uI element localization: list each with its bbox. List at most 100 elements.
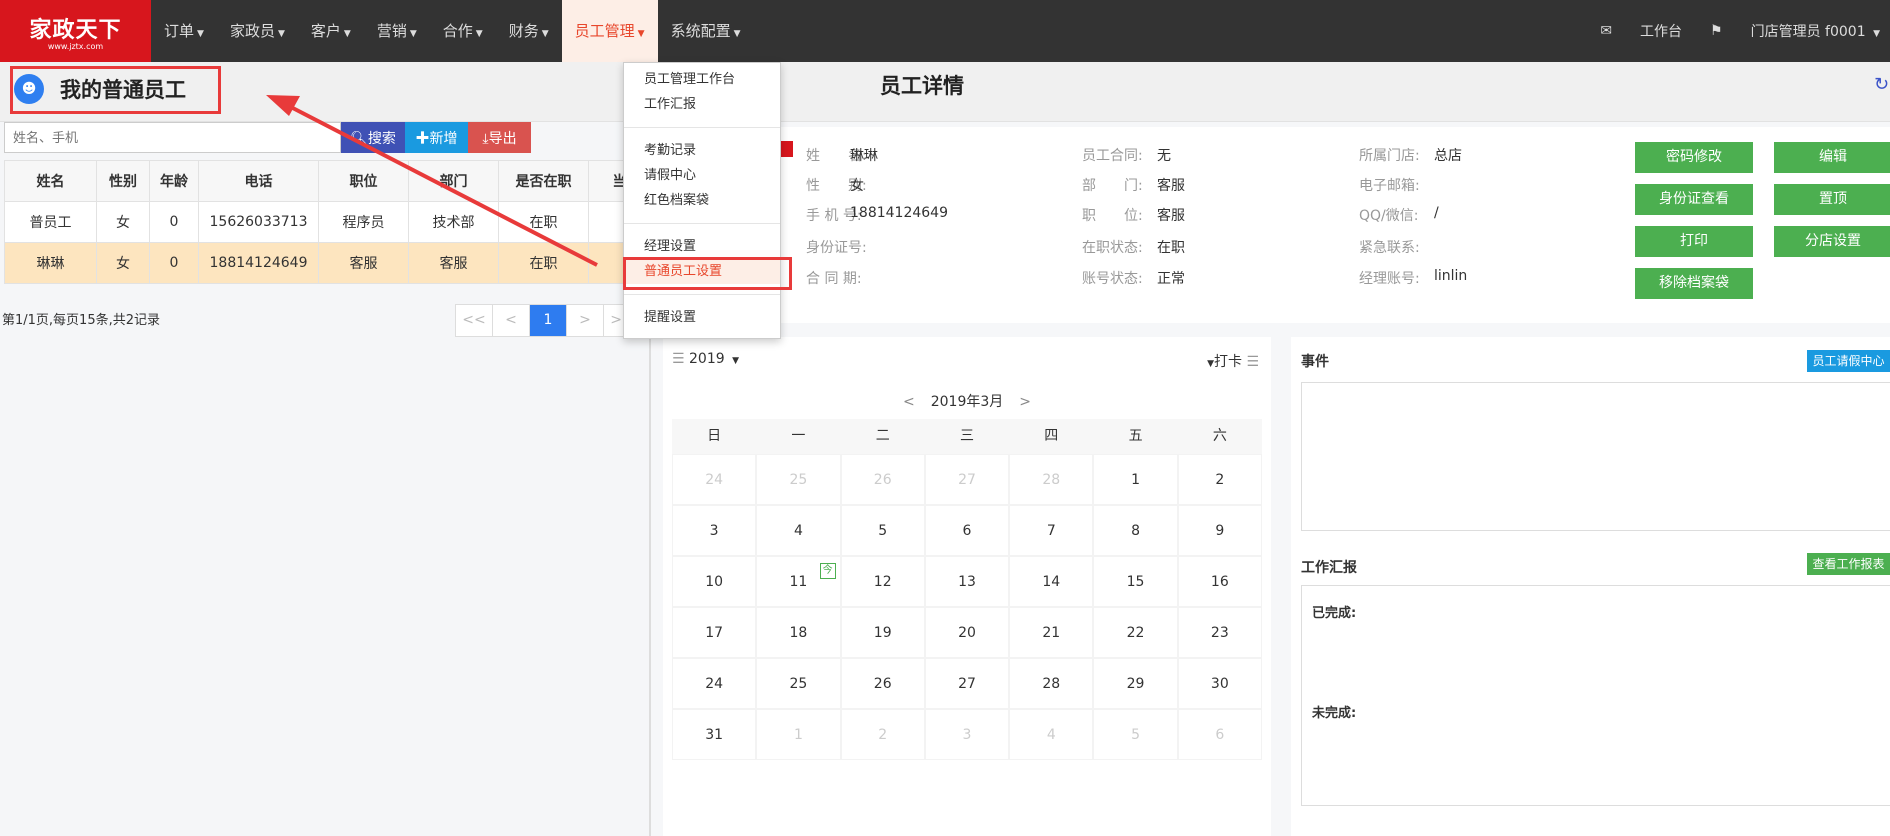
- calendar-panel: ☰ 2019 ▼ ▼打卡 ☰ <2019年3月 > 日一二三四五六 24 25 26 27…: [663, 337, 1271, 836]
- column-header[interactable]: 性别: [96, 160, 150, 202]
- refresh-icon[interactable]: ↻: [1874, 74, 1889, 95]
- calendar-day[interactable]: 20: [924, 607, 1010, 658]
- calendar-day[interactable]: 3: [672, 505, 757, 556]
- events-panel: 事件 员工请假中心 工作汇报 查看工作报表 已完成: 未完成:: [1291, 337, 1890, 836]
- action-button[interactable]: 打印: [1635, 226, 1753, 257]
- action-button[interactable]: 分店设置: [1774, 226, 1890, 257]
- calendar-day[interactable]: 18: [756, 607, 841, 658]
- calendar-day[interactable]: 5: [1093, 709, 1178, 760]
- calendar-day[interactable]: 17: [672, 607, 757, 658]
- menu-item[interactable]: 红色档案袋: [624, 188, 780, 213]
- calendar-day[interactable]: 26: [840, 658, 925, 709]
- menu-item[interactable]: 经理设置: [624, 234, 780, 259]
- month-label: 2019年3月: [930, 394, 1004, 410]
- user-menu[interactable]: 门店管理员 f0001 ▼: [1751, 21, 1880, 41]
- calendar-day[interactable]: 28: [1009, 658, 1094, 709]
- column-header[interactable]: 职位: [318, 160, 409, 202]
- events-title: 事件: [1301, 354, 1329, 370]
- calendar-day[interactable]: 21: [1009, 607, 1094, 658]
- calendar-day[interactable]: 19: [840, 607, 925, 658]
- calendar-day[interactable]: 24: [672, 658, 757, 709]
- nav-item[interactable]: 员工管理 ▼: [561, 0, 658, 62]
- export-button[interactable]: ⤓导出: [468, 122, 531, 153]
- calendar-day[interactable]: 10: [672, 556, 757, 607]
- calendar-day[interactable]: 1: [1093, 454, 1178, 505]
- column-header[interactable]: 姓名: [4, 160, 97, 202]
- calendar-day[interactable]: 12: [840, 556, 925, 607]
- calendar-day[interactable]: 6: [924, 505, 1010, 556]
- calendar-day[interactable]: 3: [924, 709, 1010, 760]
- calendar-day[interactable]: 29: [1093, 658, 1178, 709]
- menu-item[interactable]: 考勤记录: [624, 138, 780, 163]
- calendar-day[interactable]: 11 今: [756, 556, 841, 607]
- calendar-day[interactable]: 15: [1093, 556, 1178, 607]
- page-button[interactable]: >: [567, 305, 604, 336]
- nav-item[interactable]: 系统配置 ▼: [658, 0, 754, 62]
- view-report-button[interactable]: 查看工作报表: [1807, 553, 1890, 575]
- nav-item[interactable]: 财务 ▼: [496, 0, 562, 62]
- detail-title: 员工详情: [880, 74, 964, 98]
- logo[interactable]: 家政天下 www.jztx.com: [0, 0, 151, 62]
- column-header[interactable]: 是否在职: [498, 160, 589, 202]
- page-button[interactable]: <: [493, 305, 530, 336]
- punch-select[interactable]: ▼打卡 ☰: [1204, 351, 1259, 371]
- action-button[interactable]: 移除档案袋: [1635, 268, 1753, 299]
- calendar-day[interactable]: 8: [1093, 505, 1178, 556]
- action-button[interactable]: 身份证查看: [1635, 184, 1753, 215]
- menu-item[interactable]: 提醒设置: [624, 305, 780, 330]
- workbench-link[interactable]: 工作台: [1640, 21, 1682, 41]
- action-button[interactable]: 密码修改: [1635, 142, 1753, 173]
- calendar-day[interactable]: 7: [1009, 505, 1094, 556]
- leave-center-button[interactable]: 员工请假中心: [1807, 350, 1890, 372]
- nav-item[interactable]: 合作 ▼: [430, 0, 496, 62]
- calendar-day[interactable]: 2: [840, 709, 925, 760]
- calendar-day[interactable]: 26: [840, 454, 925, 505]
- calendar-day[interactable]: 28: [1009, 454, 1094, 505]
- column-header[interactable]: 电话: [198, 160, 319, 202]
- calendar-day[interactable]: 27: [924, 658, 1010, 709]
- nav-item[interactable]: 营销 ▼: [364, 0, 430, 62]
- page-button[interactable]: 1: [530, 305, 567, 336]
- menu-item[interactable]: 员工管理工作台: [624, 67, 780, 92]
- search-input[interactable]: [4, 122, 341, 153]
- calendar-day[interactable]: 23: [1177, 607, 1262, 658]
- nav-item[interactable]: 订单 ▼: [151, 0, 217, 62]
- nav-item[interactable]: 家政员 ▼: [217, 0, 298, 62]
- column-header[interactable]: 年龄: [149, 160, 199, 202]
- field-label: 账号状态:: [1082, 271, 1143, 287]
- calendar-day[interactable]: 16: [1177, 556, 1262, 607]
- calendar-day[interactable]: 25: [756, 454, 841, 505]
- calendar-day[interactable]: 1: [756, 709, 841, 760]
- page-button[interactable]: <<: [456, 305, 493, 336]
- flag-icon[interactable]: ⚑: [1710, 23, 1723, 39]
- menu-item[interactable]: 工作汇报: [624, 92, 780, 117]
- add-button[interactable]: ✚新增: [405, 122, 468, 153]
- calendar-day[interactable]: 27: [924, 454, 1010, 505]
- calendar-day[interactable]: 31: [672, 709, 757, 760]
- main-nav: 订单 ▼ 家政员 ▼ 客户 ▼ 营销 ▼ 合作 ▼ 财务 ▼ 员工管理 ▼ 系统配置 ▼: [151, 0, 754, 62]
- calendar-day[interactable]: 4: [756, 505, 841, 556]
- year-select[interactable]: ☰ 2019 ▼: [672, 351, 739, 367]
- calendar-day[interactable]: 4: [1009, 709, 1094, 760]
- calendar-day[interactable]: 25: [756, 658, 841, 709]
- column-header[interactable]: 部门: [408, 160, 499, 202]
- calendar-day[interactable]: 13: [924, 556, 1010, 607]
- calendar-day[interactable]: 2: [1177, 454, 1262, 505]
- calendar-day[interactable]: 5: [840, 505, 925, 556]
- table-row[interactable]: 琳琳女018814124649客服客服在职?: [4, 242, 665, 284]
- calendar-day[interactable]: 14: [1009, 556, 1094, 607]
- menu-item[interactable]: 请假中心: [624, 163, 780, 188]
- calendar-day[interactable]: 30: [1177, 658, 1262, 709]
- calendar-day[interactable]: 6: [1177, 709, 1262, 760]
- calendar-day[interactable]: 9: [1177, 505, 1262, 556]
- prev-month-button[interactable]: <: [903, 394, 915, 410]
- next-month-button[interactable]: >: [1019, 394, 1031, 410]
- mail-icon[interactable]: ✉: [1600, 23, 1612, 39]
- action-button[interactable]: 编辑: [1774, 142, 1890, 173]
- table-row[interactable]: 普员工女015626033713程序员技术部在职?: [4, 201, 665, 243]
- calendar-day[interactable]: 24: [672, 454, 757, 505]
- search-button[interactable]: 🔍︎搜索: [341, 122, 405, 153]
- nav-item[interactable]: 客户 ▼: [298, 0, 364, 62]
- action-button[interactable]: 置顶: [1774, 184, 1890, 215]
- calendar-day[interactable]: 22: [1093, 607, 1178, 658]
